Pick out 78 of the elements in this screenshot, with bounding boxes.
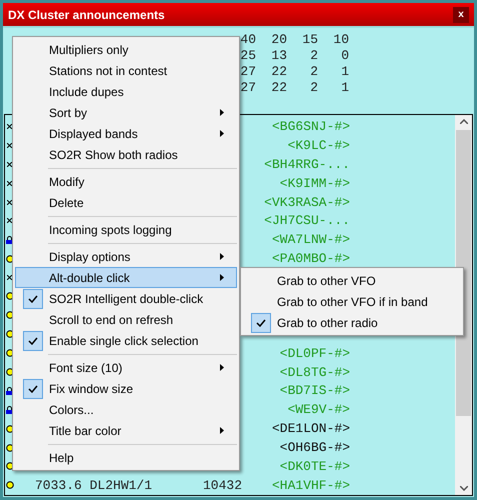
menu-item[interactable]: Grab to other VFO if in band	[243, 291, 461, 312]
spotter-call: <JH7CSU-...	[263, 213, 350, 228]
menu-item[interactable]: Help	[15, 447, 237, 468]
count-cell-text: 2	[309, 80, 319, 96]
scroll-up-icon[interactable]	[460, 119, 468, 124]
check-icon	[256, 318, 266, 326]
menu-item[interactable]: Grab to other radio	[243, 312, 461, 333]
submenu-arrow-icon	[220, 364, 224, 371]
spotter-call: <DL8TG-#>	[278, 364, 350, 380]
spotter-call: <OH6BG-#>	[278, 440, 350, 456]
menu-item[interactable]: Sort by	[15, 102, 237, 123]
check-icon	[28, 294, 38, 302]
menu-item[interactable]: SO2R Intelligent double-click	[15, 288, 237, 309]
count-cell-text: 1	[340, 64, 350, 80]
spotter-call: <DL0PF-#>	[278, 346, 350, 361]
menu-item[interactable]: SO2R Show both radios	[15, 144, 237, 165]
spot-time: 10432	[203, 478, 242, 493]
menu-item[interactable]: Grab to other VFO	[243, 270, 461, 291]
count-cell-text: 1	[340, 80, 350, 96]
spotter-call: <DE1LON-#>	[270, 421, 350, 436]
submenu-arrow-icon	[220, 253, 224, 260]
spotter-call: <WE9V-#>	[286, 402, 350, 418]
menu-item[interactable]: Displayed bands	[15, 123, 237, 144]
submenu-arrow-icon	[220, 109, 224, 116]
submenu-arrow-icon	[220, 427, 224, 434]
spotter-call: <K9LC-#>	[286, 138, 350, 153]
menu-item[interactable]: Enable single click selection	[15, 330, 237, 351]
spotter-call: <DK0TE-#>	[278, 458, 350, 474]
menu-item[interactable]: Include dupes	[15, 81, 237, 102]
band-header: 15	[301, 32, 319, 48]
scroll-down-icon[interactable]	[460, 486, 468, 491]
menu-item[interactable]: Scroll to end on refresh	[15, 309, 237, 330]
submenu-arrow-icon	[220, 130, 224, 137]
menu-item[interactable]: Font size (10)	[15, 357, 237, 378]
count-cell-text: 2	[309, 48, 319, 64]
menu-item[interactable]: Title bar color	[15, 420, 237, 441]
spotter-call: <HA1VHF-#>	[270, 478, 350, 493]
x-mark-icon	[7, 218, 12, 224]
spotter-call: <PA0MBO-#>	[270, 251, 350, 266]
menu-item[interactable]: Alt-double click	[15, 267, 237, 288]
spotter-call: <VK3RASA-#>	[263, 194, 350, 210]
menu-item[interactable]: Display options	[15, 246, 237, 267]
x-mark-icon	[7, 180, 12, 186]
x-mark-icon	[7, 142, 12, 148]
spotter-call: <WA7LNW-#>	[270, 232, 350, 248]
x-mark-icon	[7, 124, 12, 129]
count-cell-text: 13	[270, 48, 288, 64]
spotter-call: <BD7IS-#>	[278, 383, 350, 398]
count-cell-text: 27	[239, 64, 257, 80]
menu-item[interactable]: Delete	[15, 192, 237, 213]
check-icon	[28, 336, 38, 344]
submenu-arrow-icon	[220, 274, 224, 281]
spotter-call: <BG6SNJ-#>	[270, 118, 350, 134]
count-cell-text: 27	[239, 80, 257, 96]
x-mark-icon	[7, 162, 12, 167]
x-mark-icon	[7, 200, 12, 204]
x-mark-icon	[7, 275, 12, 280]
menu-item[interactable]: Fix window size	[15, 378, 237, 399]
menu-item[interactable]: Modify	[15, 171, 237, 192]
band-header: 40	[239, 32, 257, 48]
count-cell-text: 2	[309, 64, 319, 80]
window-title: DX Cluster announcements	[8, 8, 165, 22]
spotter-call: <BH4RRG-...	[263, 156, 350, 172]
spot-text: 7033.6 DL2HW1/1	[35, 478, 152, 493]
menu-item[interactable]: Stations not in contest	[15, 60, 237, 81]
check-icon	[28, 384, 38, 392]
close-button[interactable]: x	[453, 6, 469, 22]
band-header: 10	[332, 32, 350, 48]
spotter-call: <K9IMM-#>	[278, 176, 350, 191]
scrollbar[interactable]	[455, 115, 472, 495]
count-cell-text: 25	[239, 48, 257, 64]
count-cell-text: 0	[340, 48, 350, 64]
menu-item[interactable]: Multipliers only	[15, 39, 237, 60]
band-header: 20	[270, 32, 288, 48]
count-cell-text: 22	[270, 64, 288, 80]
menu-item[interactable]: Incoming spots logging	[15, 219, 237, 240]
menu-item[interactable]: Colors...	[15, 399, 237, 420]
count-cell-text: 22	[270, 80, 288, 96]
